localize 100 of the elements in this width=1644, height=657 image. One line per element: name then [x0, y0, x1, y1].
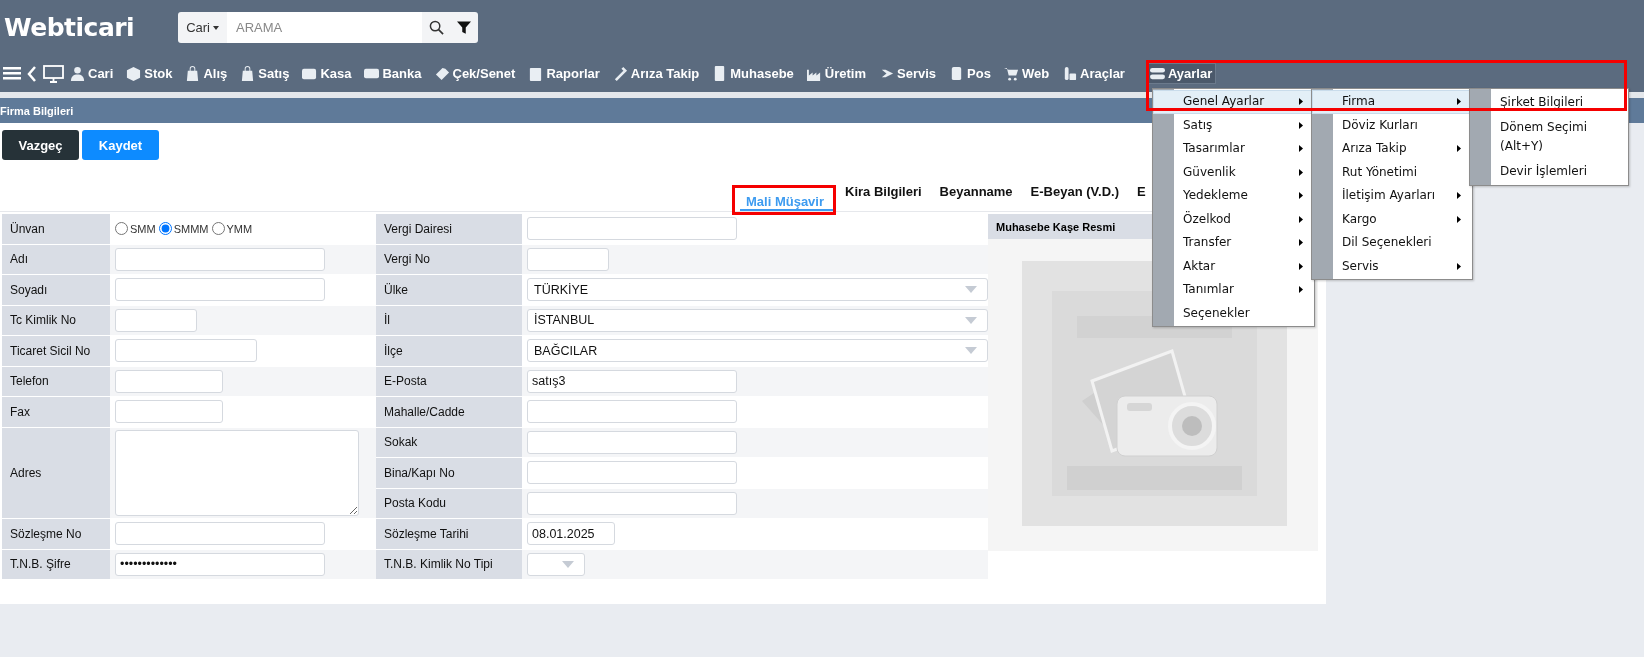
field-label: Sözleşme Tarihi [384, 526, 469, 541]
menu-item[interactable]: Dil Seçenekleri [1312, 231, 1472, 255]
field-label: Vergi Dairesi [384, 221, 453, 236]
caret-icon [562, 560, 574, 568]
dropdown-field[interactable]: TÜRKİYE [527, 278, 988, 302]
menu-item[interactable]: Arıza Takip [1312, 137, 1472, 161]
field-label: Ticaret Sicil No [10, 343, 91, 358]
filter-button[interactable] [450, 12, 479, 43]
search-button[interactable] [422, 12, 451, 43]
address-field[interactable] [115, 429, 359, 516]
back-icon[interactable] [27, 65, 37, 82]
dropdown-field[interactable]: BAĞCILAR [527, 339, 988, 363]
monitor-icon[interactable] [43, 64, 64, 83]
input-field[interactable] [527, 247, 609, 271]
field-label: Fax [10, 404, 30, 419]
field-label: Ünvan [10, 221, 45, 236]
field-label: Mahalle/Cadde [384, 404, 465, 419]
menu-item[interactable]: Tanımlar [1153, 278, 1314, 302]
nav-menu-item[interactable]: Web [999, 63, 1054, 84]
menu-icon[interactable] [3, 66, 21, 81]
input-field[interactable] [527, 400, 737, 424]
caret-icon [965, 347, 977, 355]
input-field[interactable] [115, 278, 325, 302]
radio-label: SMM [130, 222, 156, 235]
tab[interactable]: Beyanname [932, 184, 1020, 211]
menu-item[interactable]: Güvenlik [1153, 160, 1314, 184]
logo[interactable]: Webticari [4, 13, 135, 42]
field-label: İl [384, 313, 390, 328]
tab[interactable]: E-Beyan (V.D.) [1023, 184, 1126, 211]
field-label: Adres [10, 465, 42, 480]
field-label: Adı [10, 252, 28, 267]
field-label: Vergi No [384, 252, 431, 267]
menu-item[interactable]: İletişim Ayarları [1312, 184, 1472, 208]
menu-item[interactable]: Devir İşlemleri [1470, 159, 1628, 184]
input-field[interactable] [115, 369, 223, 393]
menu-item[interactable]: Tasarımlar [1153, 137, 1314, 161]
tab[interactable]: Kira Bilgileri [838, 184, 929, 211]
nav-menu-item[interactable]: Servis [875, 63, 941, 84]
input-field[interactable]: satış3 [527, 369, 737, 393]
input-field[interactable] [115, 308, 197, 332]
input-field[interactable] [115, 247, 325, 271]
nav-menu-item[interactable]: Raporlar [524, 63, 604, 84]
field-label: Sözleşme No [10, 526, 82, 541]
field-label: Posta Kodu [384, 496, 447, 511]
input-field[interactable]: 08.01.2025 [527, 522, 615, 546]
input-field[interactable] [527, 217, 737, 241]
nav-menu-item[interactable]: Üretim [802, 63, 870, 84]
field-label: Soyadı [10, 282, 48, 297]
search-icon [428, 20, 444, 35]
input-field[interactable] [115, 400, 223, 424]
search-scope-dropdown[interactable]: Cari [178, 12, 227, 43]
nav-menu-item[interactable]: Arıza Takip [608, 63, 704, 84]
menu-item[interactable]: Aktar [1153, 254, 1314, 278]
menu-item[interactable]: Döviz Kurları [1312, 113, 1472, 137]
input-field[interactable] [115, 522, 325, 546]
nav-menu-item[interactable]: Stok [122, 63, 177, 84]
tab[interactable]: E [1130, 184, 1153, 211]
nav-menu-item[interactable]: Pos [945, 63, 995, 84]
menu-item[interactable]: Rut Yönetimi [1312, 160, 1472, 184]
field-label: Ülke [384, 282, 408, 297]
nav-menu-item[interactable]: Araçlar [1058, 63, 1129, 84]
field-label: Bina/Kapı No [384, 465, 455, 480]
radio-button[interactable] [115, 222, 128, 236]
input-field[interactable] [527, 430, 737, 454]
menu-item[interactable]: Özelkod [1153, 207, 1314, 231]
cancel-button[interactable]: Vazgeç [2, 130, 79, 160]
page-title: Firma Bilgileri [0, 104, 74, 117]
menu-item[interactable]: Seçenekler [1153, 301, 1314, 325]
nav-menu-item[interactable]: Satış [236, 63, 294, 84]
input-field[interactable] [115, 339, 257, 363]
filter-icon [457, 20, 472, 35]
menu-item[interactable]: Transfer [1153, 231, 1314, 255]
radio-button[interactable] [158, 222, 172, 236]
nav-menu-item[interactable]: Kasa [298, 63, 356, 84]
nav-menu-item[interactable]: Cari [66, 63, 118, 84]
wallet-icon [302, 66, 318, 81]
field-label: Sokak [384, 435, 418, 450]
caret-icon [213, 25, 219, 30]
nav-menu-item[interactable]: Banka [360, 63, 426, 84]
menu-item[interactable]: Satış [1153, 113, 1314, 137]
nav-menu-item[interactable]: Alış [181, 63, 232, 84]
dropdown-field[interactable]: İSTANBUL [527, 308, 988, 332]
nav-menu-item[interactable]: Muhasebe [708, 63, 798, 84]
input-field[interactable] [527, 491, 737, 515]
field-label: İlçe [384, 343, 403, 358]
caret-icon [965, 286, 977, 294]
field-label: T.N.B. Şifre [10, 557, 71, 572]
dropdown-field[interactable] [527, 552, 585, 576]
menu-item[interactable]: Servis [1312, 254, 1472, 278]
menu-item[interactable]: Şirket Bilgileri [1470, 90, 1628, 115]
field-label: T.N.B. Kimlik No Tipi [384, 557, 493, 572]
radio-button[interactable] [211, 222, 225, 236]
menu-item[interactable]: Yedekleme [1153, 184, 1314, 208]
menu-item[interactable]: Kargo [1312, 207, 1472, 231]
password-field[interactable]: ••••••••••••• [115, 552, 325, 576]
nav-menu-item[interactable]: Çek/Senet [430, 63, 520, 84]
search-field[interactable]: ARAMA [227, 12, 423, 43]
menu-item[interactable]: Dönem Seçimi (Alt+Y) [1470, 115, 1628, 159]
field-label: E-Posta [384, 374, 427, 389]
input-field[interactable] [527, 461, 737, 485]
